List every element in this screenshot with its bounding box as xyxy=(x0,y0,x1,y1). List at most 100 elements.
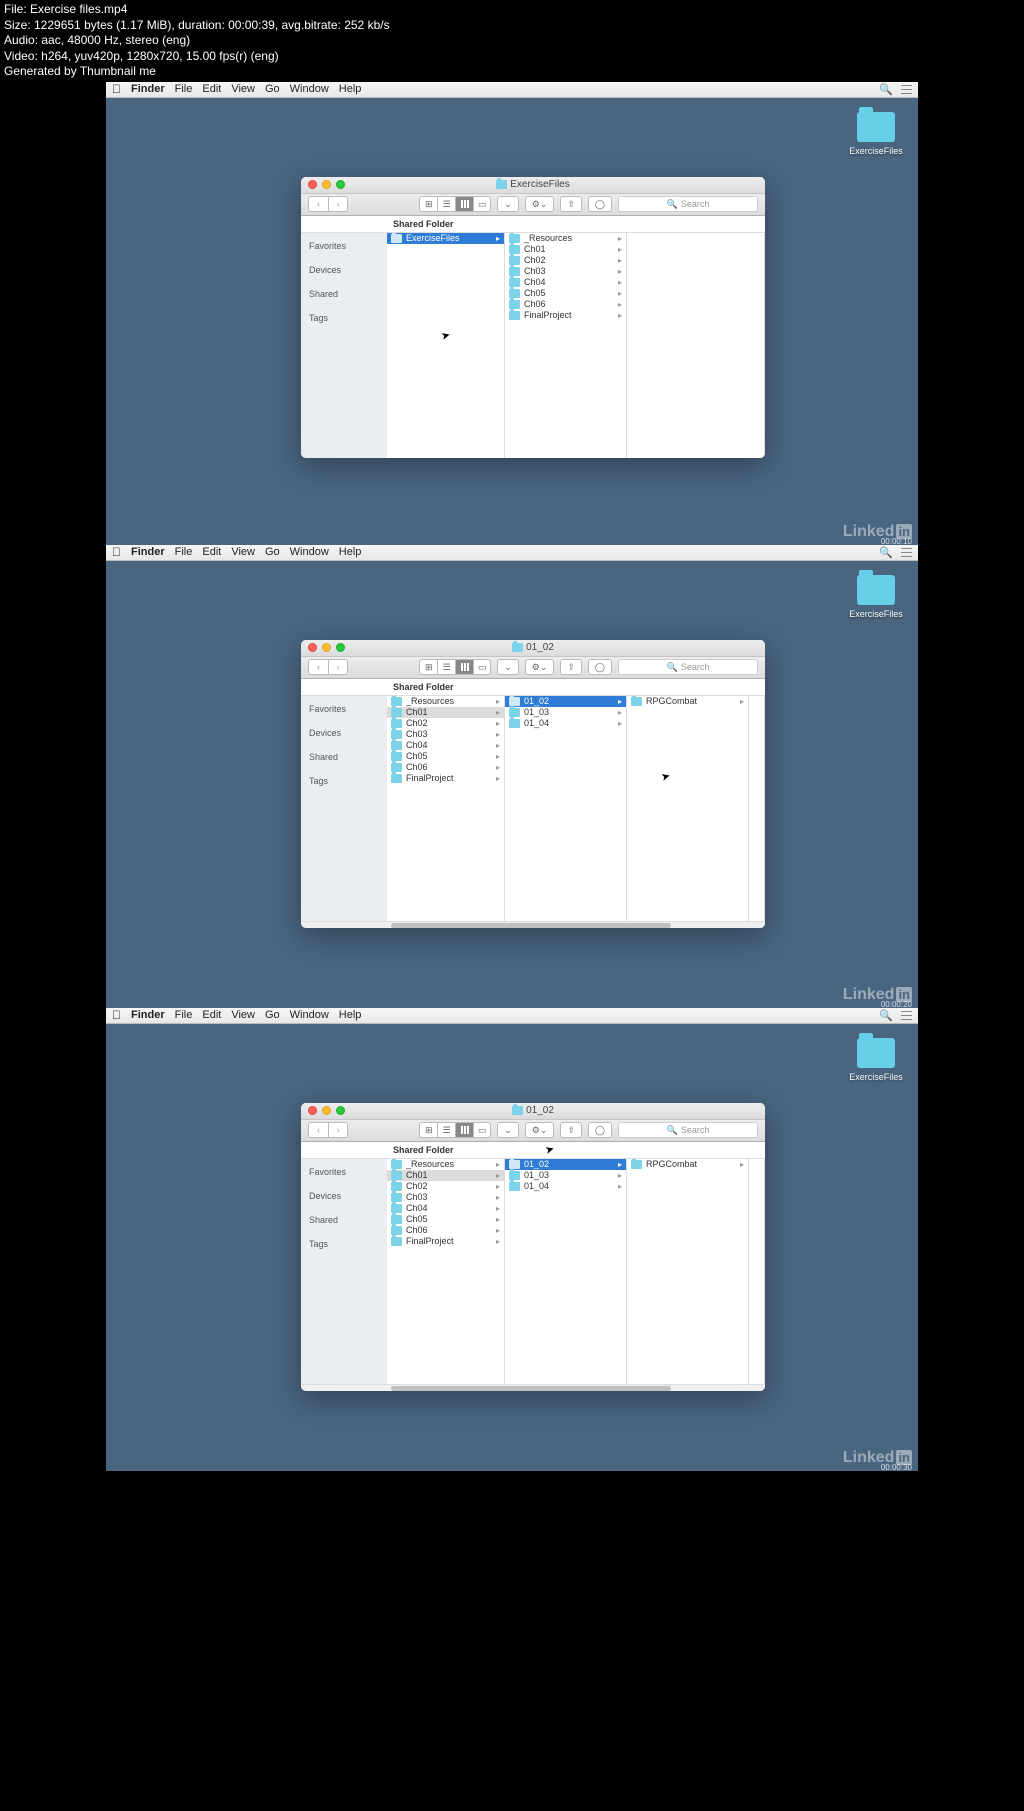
folder-row[interactable]: 01_04 ▸ xyxy=(505,1181,626,1192)
folder-row[interactable]: Ch05 ▸ xyxy=(387,751,504,762)
search-field[interactable]: 🔍 Search xyxy=(618,196,758,212)
menu-edit[interactable]: Edit xyxy=(202,546,221,558)
folder-row[interactable]: RPGCombat ▸ xyxy=(627,1159,748,1170)
spotlight-icon[interactable]: 🔍 xyxy=(879,83,893,96)
folder-row[interactable]: Ch02 ▸ xyxy=(387,718,504,729)
scrollbar-thumb[interactable] xyxy=(391,923,671,928)
horizontal-scrollbar[interactable] xyxy=(301,1384,765,1391)
apple-menu-icon[interactable]:  xyxy=(112,1008,121,1022)
menu-file[interactable]: File xyxy=(175,546,193,558)
minimize-button[interactable] xyxy=(322,643,331,652)
menu-view[interactable]: View xyxy=(231,83,255,95)
menu-file[interactable]: File xyxy=(175,83,193,95)
action-button[interactable]: ⚙︎⌄ xyxy=(525,196,555,212)
menu-window[interactable]: Window xyxy=(290,1009,329,1021)
folder-row[interactable]: FinalProject ▸ xyxy=(387,1236,504,1247)
folder-row[interactable]: Ch04 ▸ xyxy=(387,740,504,751)
sidebar-shared[interactable]: Shared xyxy=(301,1213,387,1227)
desktop-folder-exercisefiles[interactable]: ExerciseFiles xyxy=(846,1038,906,1082)
action-button[interactable]: ⚙︎⌄ xyxy=(525,659,555,675)
minimize-button[interactable] xyxy=(322,1106,331,1115)
folder-row[interactable]: Ch05 ▸ xyxy=(387,1214,504,1225)
folder-row[interactable]: Ch06 ▸ xyxy=(387,762,504,773)
folder-row[interactable]: Ch05 ▸ xyxy=(505,288,626,299)
titlebar[interactable]: 01_02 xyxy=(301,640,765,657)
menu-window[interactable]: Window xyxy=(290,546,329,558)
search-field[interactable]: 🔍 Search xyxy=(618,659,758,675)
sidebar-favorites[interactable]: Favorites xyxy=(301,239,387,253)
coverflow-view-button[interactable]: ▭ xyxy=(473,196,491,212)
menu-window[interactable]: Window xyxy=(290,83,329,95)
back-button[interactable]: ‹ xyxy=(308,659,328,675)
folder-row[interactable]: Ch03 ▸ xyxy=(505,266,626,277)
desktop-folder-exercisefiles[interactable]: ExerciseFiles xyxy=(846,112,906,156)
folder-row[interactable]: Ch06 ▸ xyxy=(387,1225,504,1236)
spotlight-icon[interactable]: 🔍 xyxy=(879,546,893,559)
folder-row[interactable]: ExerciseFiles ▸ xyxy=(387,233,504,244)
action-button[interactable]: ⚙︎⌄ xyxy=(525,1122,555,1138)
folder-row[interactable]: Ch01 ▸ xyxy=(505,244,626,255)
horizontal-scrollbar[interactable] xyxy=(301,921,765,928)
apple-menu-icon[interactable]:  xyxy=(112,545,121,559)
desktop-folder-exercisefiles[interactable]: ExerciseFiles xyxy=(846,575,906,619)
folder-row[interactable]: Ch02 ▸ xyxy=(505,255,626,266)
folder-row[interactable]: Ch04 ▸ xyxy=(387,1203,504,1214)
back-button[interactable]: ‹ xyxy=(308,1122,328,1138)
folder-row[interactable]: Ch01 ▸ xyxy=(387,707,504,718)
menu-go[interactable]: Go xyxy=(265,1009,280,1021)
arrange-button[interactable]: ⌄ xyxy=(497,1122,519,1138)
folder-row[interactable]: FinalProject ▸ xyxy=(387,773,504,784)
arrange-button[interactable]: ⌄ xyxy=(497,196,519,212)
sidebar-tags[interactable]: Tags xyxy=(301,774,387,788)
menu-file[interactable]: File xyxy=(175,1009,193,1021)
icon-view-button[interactable]: ⊞ xyxy=(419,1122,437,1138)
coverflow-view-button[interactable]: ▭ xyxy=(473,1122,491,1138)
sidebar-shared[interactable]: Shared xyxy=(301,287,387,301)
menu-go[interactable]: Go xyxy=(265,546,280,558)
notification-center-icon[interactable] xyxy=(901,1011,912,1020)
folder-row[interactable]: _Resources ▸ xyxy=(387,1159,504,1170)
folder-row[interactable]: Ch02 ▸ xyxy=(387,1181,504,1192)
share-button[interactable]: ⇧ xyxy=(560,196,582,212)
folder-row[interactable]: Ch06 ▸ xyxy=(505,299,626,310)
forward-button[interactable]: › xyxy=(328,659,348,675)
sidebar-devices[interactable]: Devices xyxy=(301,1189,387,1203)
tags-button[interactable]: ◯ xyxy=(588,659,612,675)
menu-edit[interactable]: Edit xyxy=(202,83,221,95)
close-button[interactable] xyxy=(308,643,317,652)
folder-row[interactable]: FinalProject ▸ xyxy=(505,310,626,321)
sidebar-tags[interactable]: Tags xyxy=(301,1237,387,1251)
sidebar-tags[interactable]: Tags xyxy=(301,311,387,325)
forward-button[interactable]: › xyxy=(328,196,348,212)
maximize-button[interactable] xyxy=(336,1106,345,1115)
list-view-button[interactable]: ☰ xyxy=(437,659,455,675)
folder-row[interactable]: 01_02 ▸ xyxy=(505,1159,626,1170)
menu-finder[interactable]: Finder xyxy=(131,546,165,558)
folder-row[interactable]: 01_03 ▸ xyxy=(505,1170,626,1181)
folder-row[interactable]: _Resources ▸ xyxy=(505,233,626,244)
menu-finder[interactable]: Finder xyxy=(131,1009,165,1021)
column-view-button[interactable] xyxy=(455,196,473,212)
menu-view[interactable]: View xyxy=(231,546,255,558)
menu-help[interactable]: Help xyxy=(339,1009,362,1021)
folder-row[interactable]: Ch01 ▸ xyxy=(387,1170,504,1181)
folder-row[interactable]: Ch03 ▸ xyxy=(387,1192,504,1203)
share-button[interactable]: ⇧ xyxy=(560,1122,582,1138)
menu-help[interactable]: Help xyxy=(339,546,362,558)
back-button[interactable]: ‹ xyxy=(308,196,328,212)
list-view-button[interactable]: ☰ xyxy=(437,1122,455,1138)
sidebar-favorites[interactable]: Favorites xyxy=(301,1165,387,1179)
column-view-button[interactable] xyxy=(455,1122,473,1138)
menu-help[interactable]: Help xyxy=(339,83,362,95)
folder-row[interactable]: Ch03 ▸ xyxy=(387,729,504,740)
sidebar-devices[interactable]: Devices xyxy=(301,726,387,740)
apple-menu-icon[interactable]:  xyxy=(112,82,121,96)
close-button[interactable] xyxy=(308,1106,317,1115)
column-view-button[interactable] xyxy=(455,659,473,675)
icon-view-button[interactable]: ⊞ xyxy=(419,659,437,675)
folder-row[interactable]: 01_03 ▸ xyxy=(505,707,626,718)
menu-view[interactable]: View xyxy=(231,1009,255,1021)
folder-row[interactable]: RPGCombat ▸ xyxy=(627,696,748,707)
notification-center-icon[interactable] xyxy=(901,548,912,557)
tags-button[interactable]: ◯ xyxy=(588,196,612,212)
